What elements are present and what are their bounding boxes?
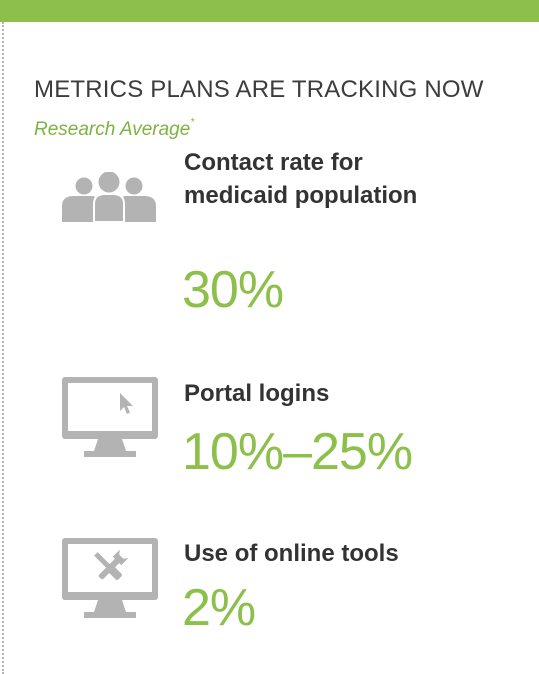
metric-label-line: Portal logins [184, 380, 330, 407]
metric-label-line: Contact rate for [184, 149, 363, 176]
metric-label-line: Use of online tools [184, 540, 399, 567]
metric-label-online-tools: Use of online tools [184, 537, 399, 570]
metric-label-contact-rate: Contact rate for medicaid population [184, 146, 417, 212]
metric-value-contact-rate: 30% [182, 261, 284, 319]
footnote-marker: * [190, 117, 195, 128]
metric-label-portal-logins: Portal logins [184, 377, 329, 410]
panel-title: METRICS PLANS ARE TRACKING NOW [34, 76, 484, 103]
top-accent-bar [0, 0, 539, 22]
metric-value-online-tools: 2% [182, 579, 256, 637]
people-group-icon [58, 171, 160, 227]
subtitle-text: Research Average [34, 119, 191, 140]
metric-value-portal-logins: 10%–25% [182, 423, 413, 481]
metric-label-line: medicaid population [184, 182, 418, 209]
panel-subtitle: Research Average* [34, 117, 195, 141]
dotted-left-border [2, 22, 4, 674]
monitor-tools-icon [62, 538, 158, 627]
monitor-cursor-icon [62, 377, 158, 466]
infographic-panel: METRICS PLANS ARE TRACKING NOW Research … [0, 0, 539, 674]
